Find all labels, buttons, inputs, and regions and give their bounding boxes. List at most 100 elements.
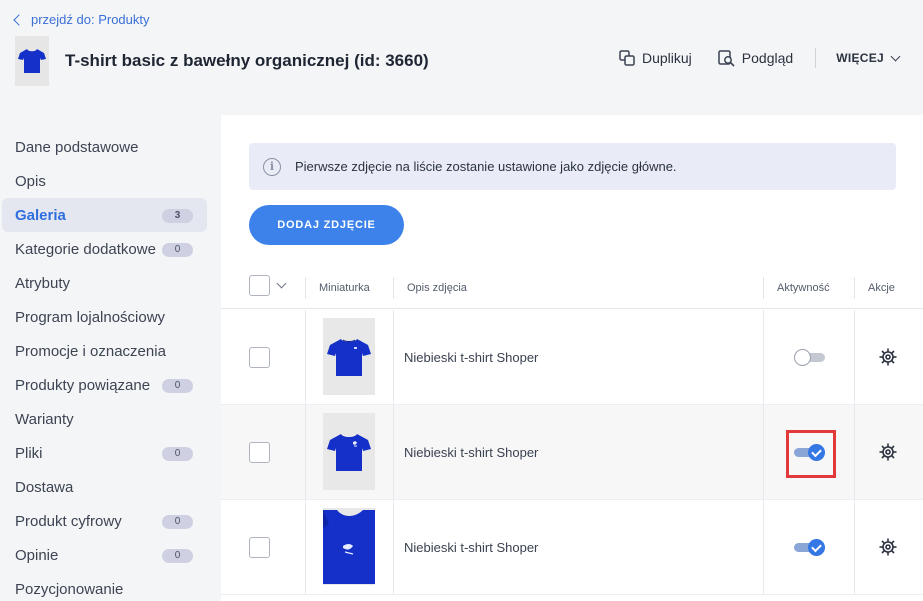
column-divider (763, 310, 764, 404)
highlight-box (786, 430, 836, 478)
gear-icon[interactable] (879, 538, 897, 561)
gear-icon[interactable] (879, 348, 897, 371)
sidebar-item-kategorie-dodatkowe[interactable]: Kategorie dodatkowe 0 (0, 232, 207, 266)
column-header-description: Opis zdjęcia (407, 282, 467, 294)
column-divider (393, 310, 394, 404)
add-photo-button[interactable]: DODAJ ZDJĘCIE (249, 205, 404, 245)
sidebar-item-label: Program lojalnościowy (15, 308, 166, 326)
sidebar-item-opis[interactable]: Opis (0, 164, 207, 198)
sidebar-item-atrybuty[interactable]: Atrybuty (0, 266, 207, 300)
sidebar-item-label: Pozycjonowanie (15, 580, 124, 598)
header-divider (815, 48, 817, 68)
count-badge: 0 (162, 243, 193, 257)
chevron-down-icon[interactable] (276, 278, 287, 289)
duplicate-label: Duplikuj (641, 50, 692, 66)
row-checkbox[interactable] (249, 442, 270, 463)
sidebar-item-opinie[interactable]: Opinie 0 (0, 538, 207, 572)
sidebar-item-dane-podstawowe[interactable]: Dane podstawowe (0, 130, 207, 164)
count-badge: 0 (162, 379, 193, 393)
toggle-knob (794, 349, 811, 366)
column-divider (305, 277, 306, 299)
count-badge: 3 (162, 209, 193, 223)
gear-icon[interactable] (879, 443, 897, 466)
header-actions: Duplikuj Podgląd WIĘCEJ (593, 48, 901, 68)
photo-thumbnail[interactable] (323, 318, 375, 395)
photo-description: Niebieski t-shirt Shoper (404, 350, 539, 365)
info-text: Pierwsze zdjęcie na liście zostanie usta… (295, 159, 677, 174)
sidebar-item-program-lojalnosciowy[interactable]: Program lojalnościowy (0, 300, 207, 334)
column-divider (763, 277, 764, 299)
sidebar-item-label: Atrybuty (15, 274, 71, 292)
sidebar-item-label: Produkty powiązane (15, 376, 151, 394)
sidebar-item-label: Kategorie dodatkowe (15, 240, 156, 258)
select-all-control[interactable] (249, 275, 287, 296)
sidebar-item-label: Produkt cyfrowy (15, 512, 122, 530)
sidebar-item-label: Opinie (15, 546, 59, 564)
sidebar-item-produkty-powiazane[interactable]: Produkty powiązane 0 (0, 368, 207, 402)
sidebar-item-label: Promocje i oznaczenia (15, 342, 166, 360)
more-label: WIĘCEJ (836, 51, 884, 65)
preview-icon (718, 49, 735, 67)
column-divider (763, 500, 764, 594)
row-checkbox[interactable] (249, 347, 270, 368)
toggle-knob (808, 539, 825, 556)
column-divider (854, 405, 855, 499)
product-header: przejdź do: Produkty T-shirt basic z baw… (0, 0, 923, 115)
duplicate-button[interactable]: Duplikuj (619, 50, 692, 66)
photo-description: Niebieski t-shirt Shoper (404, 445, 539, 460)
column-divider (393, 500, 394, 594)
column-header-actions: Akcje (868, 282, 895, 294)
select-all-checkbox[interactable] (249, 275, 270, 296)
table-row: Niebieski t-shirt Shoper (221, 500, 923, 595)
back-link-label: przejdź do: Produkty (31, 12, 150, 27)
sidebar-item-promocje-i-oznaczenia[interactable]: Promocje i oznaczenia (0, 334, 207, 368)
sidebar-item-pliki[interactable]: Pliki 0 (0, 436, 207, 470)
active-toggle[interactable] (794, 539, 825, 556)
sidebar-item-label: Opis (15, 172, 46, 190)
active-toggle[interactable] (794, 349, 825, 366)
tshirt-image (18, 49, 46, 73)
sidebar-item-label: Warianty (15, 410, 74, 428)
column-divider (305, 405, 306, 499)
column-divider (393, 277, 394, 299)
sidebar-item-galeria[interactable]: Galeria 3 (2, 198, 207, 232)
table-row: Niebieski t-shirt Shoper (221, 310, 923, 405)
sidebar-item-pozycjonowanie[interactable]: Pozycjonowanie (0, 572, 207, 601)
column-divider (305, 500, 306, 594)
table-row: Niebieski t-shirt Shoper (221, 405, 923, 500)
sidebar-item-label: Pliki (15, 444, 43, 462)
row-checkbox[interactable] (249, 537, 270, 558)
more-dropdown-button[interactable]: WIĘCEJ (836, 51, 901, 65)
product-thumbnail (15, 36, 49, 86)
column-divider (854, 277, 855, 299)
page-title: T-shirt basic z bawełny organicznej (id:… (65, 51, 429, 70)
column-divider (854, 500, 855, 594)
preview-label: Podgląd (741, 50, 794, 66)
sidebar-item-produkt-cyfrowy[interactable]: Produkt cyfrowy 0 (0, 504, 207, 538)
preview-button[interactable]: Podgląd (718, 49, 794, 67)
column-divider (854, 310, 855, 404)
column-header-active: Aktywność (777, 282, 830, 294)
sidebar-item-label: Dane podstawowe (15, 138, 139, 156)
column-header-thumbnail: Miniaturka (319, 282, 370, 294)
info-message: i Pierwsze zdjęcie na liście zostanie us… (249, 143, 896, 190)
chevron-left-icon (13, 14, 25, 26)
count-badge: 0 (162, 447, 193, 461)
photo-thumbnail[interactable] (323, 508, 375, 585)
gallery-panel: i Pierwsze zdjęcie na liście zostanie us… (221, 115, 923, 601)
count-badge: 0 (162, 515, 193, 529)
sidebar-item-warianty[interactable]: Warianty (0, 402, 207, 436)
photo-thumbnail[interactable] (323, 413, 375, 490)
sidebar-item-label: Dostawa (15, 478, 74, 496)
duplicate-icon (619, 50, 635, 66)
sidebar-item-label: Galeria (15, 206, 66, 224)
sidebar-nav: Dane podstawowe Opis Galeria 3 Kategorie dod… (0, 130, 221, 601)
photo-description: Niebieski t-shirt Shoper (404, 540, 539, 555)
back-to-products-link[interactable]: przejdź do: Produkty (13, 12, 150, 27)
column-divider (763, 405, 764, 499)
sidebar-item-dostawa[interactable]: Dostawa (0, 470, 207, 504)
count-badge: 0 (162, 549, 193, 563)
column-divider (393, 405, 394, 499)
table-header: Miniaturka Opis zdjęcia Aktywność Akcje (221, 269, 923, 309)
column-divider (305, 310, 306, 404)
